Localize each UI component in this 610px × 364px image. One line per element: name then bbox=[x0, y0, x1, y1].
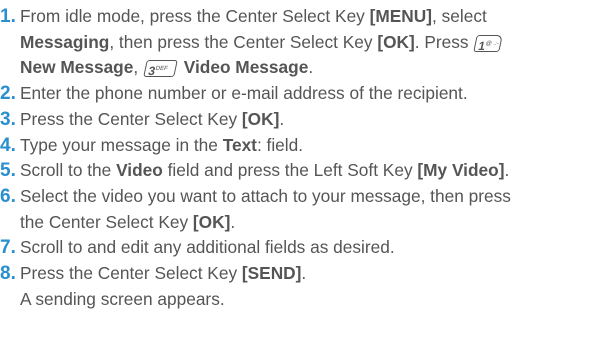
step-text: Select the video you want to attach to y… bbox=[20, 185, 511, 206]
step-text: Press the Center Select Key bbox=[20, 263, 242, 284]
instruction-list: 1. From idle mode, press the Center Sele… bbox=[0, 4, 610, 312]
step-text: Scroll to and edit any additional fields… bbox=[20, 237, 395, 258]
result-note: A sending screen appears. bbox=[20, 288, 225, 309]
step-text: From idle mode, press the Center Select … bbox=[20, 6, 370, 26]
field-label-video: Video bbox=[116, 160, 163, 181]
step-number: 3. bbox=[0, 108, 16, 130]
step-number: 6. bbox=[0, 185, 16, 207]
key-label-my-video: [My Video] bbox=[417, 160, 505, 181]
step-text: , then press the Center Select Key bbox=[109, 31, 378, 52]
step-text: . Press bbox=[414, 31, 469, 52]
step-text: , bbox=[133, 57, 143, 78]
key-3-letters: DEF bbox=[154, 66, 169, 73]
step-number: 4. bbox=[0, 134, 16, 156]
step-text: Scroll to the bbox=[20, 160, 117, 181]
step-1-line-2: Messaging, then press the Center Select … bbox=[0, 30, 610, 56]
key-3-icon: 3DEF bbox=[143, 60, 178, 78]
step-6: 6. Select the video you want to attach t… bbox=[0, 184, 610, 210]
step-7: 7. Scroll to and edit any additional fie… bbox=[0, 235, 610, 261]
step-3: 3. Press the Center Select Key [OK]. bbox=[0, 107, 610, 133]
field-label-text: Text bbox=[222, 134, 257, 155]
step-text: . bbox=[230, 211, 236, 232]
key-1-letters: @ .:- bbox=[485, 40, 500, 47]
step-text: , select bbox=[432, 6, 487, 26]
step-1-line-3: New Message, 3DEF Video Message. bbox=[0, 55, 610, 81]
step-number: 7. bbox=[0, 237, 16, 259]
key-label-ok: [OK] bbox=[241, 108, 280, 129]
key-1-icon: 1@ .:- bbox=[473, 34, 504, 53]
key-label-ok: [OK] bbox=[377, 31, 415, 52]
step-text: field and press the Left Soft Key bbox=[162, 160, 418, 181]
menu-item-video-message: Video Message bbox=[183, 57, 309, 78]
step-text: . bbox=[301, 263, 307, 284]
step-5: 5. Scroll to the Video field and press t… bbox=[0, 158, 610, 184]
menu-item-new-message: New Message bbox=[20, 57, 134, 78]
step-number: 2. bbox=[0, 83, 16, 105]
step-number: 1. bbox=[0, 6, 16, 27]
step-text: the Center Select Key bbox=[20, 211, 193, 232]
step-text: . bbox=[279, 108, 285, 129]
step-1: 1. From idle mode, press the Center Sele… bbox=[0, 4, 610, 30]
key-label-ok: [OK] bbox=[192, 211, 231, 232]
step-8: 8. Press the Center Select Key [SEND]. bbox=[0, 261, 610, 287]
step-6-line-2: the Center Select Key [OK]. bbox=[0, 210, 610, 236]
step-text: . bbox=[504, 160, 510, 181]
step-text: . bbox=[308, 57, 314, 78]
step-text: Enter the phone number or e-mail address… bbox=[20, 83, 468, 104]
step-text: : field. bbox=[256, 134, 304, 155]
step-2: 2. Enter the phone number or e-mail addr… bbox=[0, 81, 610, 107]
key-label-send: [SEND] bbox=[241, 263, 302, 284]
step-text: Press the Center Select Key bbox=[20, 108, 242, 129]
step-number: 8. bbox=[0, 263, 16, 285]
key-label-menu: [MENU] bbox=[369, 6, 433, 26]
step-text: Type your message in the bbox=[20, 134, 223, 155]
menu-item-messaging: Messaging bbox=[20, 31, 110, 52]
step-4: 4. Type your message in the Text: field. bbox=[0, 133, 610, 159]
step-number: 5. bbox=[0, 160, 16, 182]
